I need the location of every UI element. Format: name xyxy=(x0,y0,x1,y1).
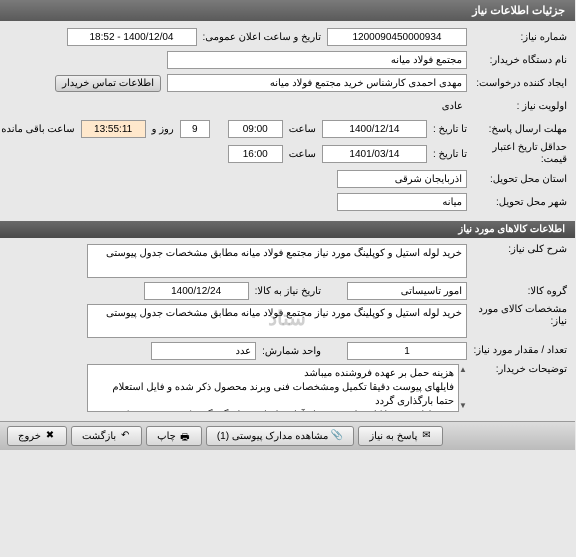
validity-date-input[interactable] xyxy=(323,145,428,163)
items-header-text: اطلاعات کالاهای مورد نیاز xyxy=(459,224,566,235)
province-input[interactable] xyxy=(338,170,468,188)
attachment-icon: 📎 xyxy=(332,430,344,442)
days-remaining-input[interactable] xyxy=(181,120,211,138)
province-label: استان محل تحویل: xyxy=(468,174,568,185)
exit-icon: ✖ xyxy=(45,430,57,442)
notes-textarea[interactable] xyxy=(88,364,460,412)
announce-label: تاریخ و ساعت اعلان عمومی: xyxy=(198,32,329,43)
items-form: شرح کلی نیاز: گروه کالا: تاریخ نیاز به ک… xyxy=(0,238,576,421)
banner-title: جزئیات اطلاعات نیاز xyxy=(473,5,566,17)
requester-label: ایجاد کننده درخواست: xyxy=(468,78,568,89)
main-banner: جزئیات اطلاعات نیاز xyxy=(0,0,576,21)
need-number-input[interactable] xyxy=(328,28,468,46)
qty-label: تعداد / مقدار مورد نیاز: xyxy=(468,345,568,357)
desc-textarea[interactable] xyxy=(88,244,468,278)
group-input[interactable] xyxy=(348,282,468,300)
need-date-input[interactable] xyxy=(145,282,250,300)
unit-label: واحد شمارش: xyxy=(257,346,328,357)
reply-deadline-label: مهلت ارسال پاسخ: xyxy=(468,124,568,135)
priority-value: عادی xyxy=(439,101,468,112)
need-number-label: شماره نیاز: xyxy=(468,32,568,43)
spec-label: مشخصات کالای مورد نیاز: xyxy=(468,304,568,328)
countdown-input xyxy=(82,120,147,138)
items-section-header: اطلاعات کالاهای مورد نیاز xyxy=(0,221,576,238)
city-input[interactable] xyxy=(338,193,468,211)
priority-label: اولویت نیاز : xyxy=(468,101,568,112)
reply-date-input[interactable] xyxy=(323,120,428,138)
back-label: بازگشت xyxy=(83,431,117,442)
days-and-label: روز و xyxy=(147,124,181,135)
buyer-org-label: نام دستگاه خریدار: xyxy=(468,55,568,66)
scroll-up-icon[interactable]: ▲ xyxy=(460,366,468,374)
respond-button[interactable]: ✉ پاسخ به نیاز xyxy=(359,426,444,446)
buyer-org-input[interactable] xyxy=(168,51,468,69)
print-button[interactable]: 🖶 چاپ xyxy=(147,426,203,446)
reply-icon: ✉ xyxy=(421,430,433,442)
view-docs-label: مشاهده مدارک پیوستی (1) xyxy=(218,431,330,442)
requester-input[interactable] xyxy=(168,74,468,92)
basic-info-form: شماره نیاز: تاریخ و ساعت اعلان عمومی: نا… xyxy=(0,21,576,221)
announce-input[interactable] xyxy=(68,28,198,46)
time-label-2: ساعت xyxy=(284,149,323,160)
view-docs-button[interactable]: 📎 مشاهده مدارک پیوستی (1) xyxy=(207,426,356,446)
remaining-label: ساعت باقی مانده xyxy=(0,124,82,135)
exit-button[interactable]: ✖ خروج xyxy=(8,426,68,446)
respond-label: پاسخ به نیاز xyxy=(370,431,418,442)
to-date-label-2: تا تاریخ : xyxy=(428,149,468,160)
back-button[interactable]: ↶ بازگشت xyxy=(72,426,143,446)
footer-bar: ✉ پاسخ به نیاز 📎 مشاهده مدارک پیوستی (1)… xyxy=(0,421,576,450)
unit-input[interactable] xyxy=(152,342,257,360)
to-date-label-1: تا تاریخ : xyxy=(428,124,468,135)
validity-time-input[interactable] xyxy=(229,145,284,163)
exit-label: خروج xyxy=(19,431,42,442)
print-icon: 🖶 xyxy=(180,430,192,442)
contact-info-button[interactable]: اطلاعات تماس خریدار xyxy=(56,75,162,92)
spec-textarea[interactable] xyxy=(88,304,468,338)
print-label: چاپ xyxy=(158,431,177,442)
back-icon: ↶ xyxy=(120,430,132,442)
need-date-label: تاریخ نیاز به کالا: xyxy=(250,286,328,297)
qty-input[interactable] xyxy=(348,342,468,360)
city-label: شهر محل تحویل: xyxy=(468,197,568,208)
notes-label: توضیحات خریدار: xyxy=(468,364,568,375)
reply-time-input[interactable] xyxy=(229,120,284,138)
desc-label: شرح کلی نیاز: xyxy=(468,244,568,255)
time-label-1: ساعت xyxy=(284,124,323,135)
scroll-down-icon[interactable]: ▼ xyxy=(460,402,468,410)
validity-label: حداقل تاریخ اعتبار قیمت: xyxy=(468,142,568,166)
group-label: گروه کالا: xyxy=(468,286,568,297)
